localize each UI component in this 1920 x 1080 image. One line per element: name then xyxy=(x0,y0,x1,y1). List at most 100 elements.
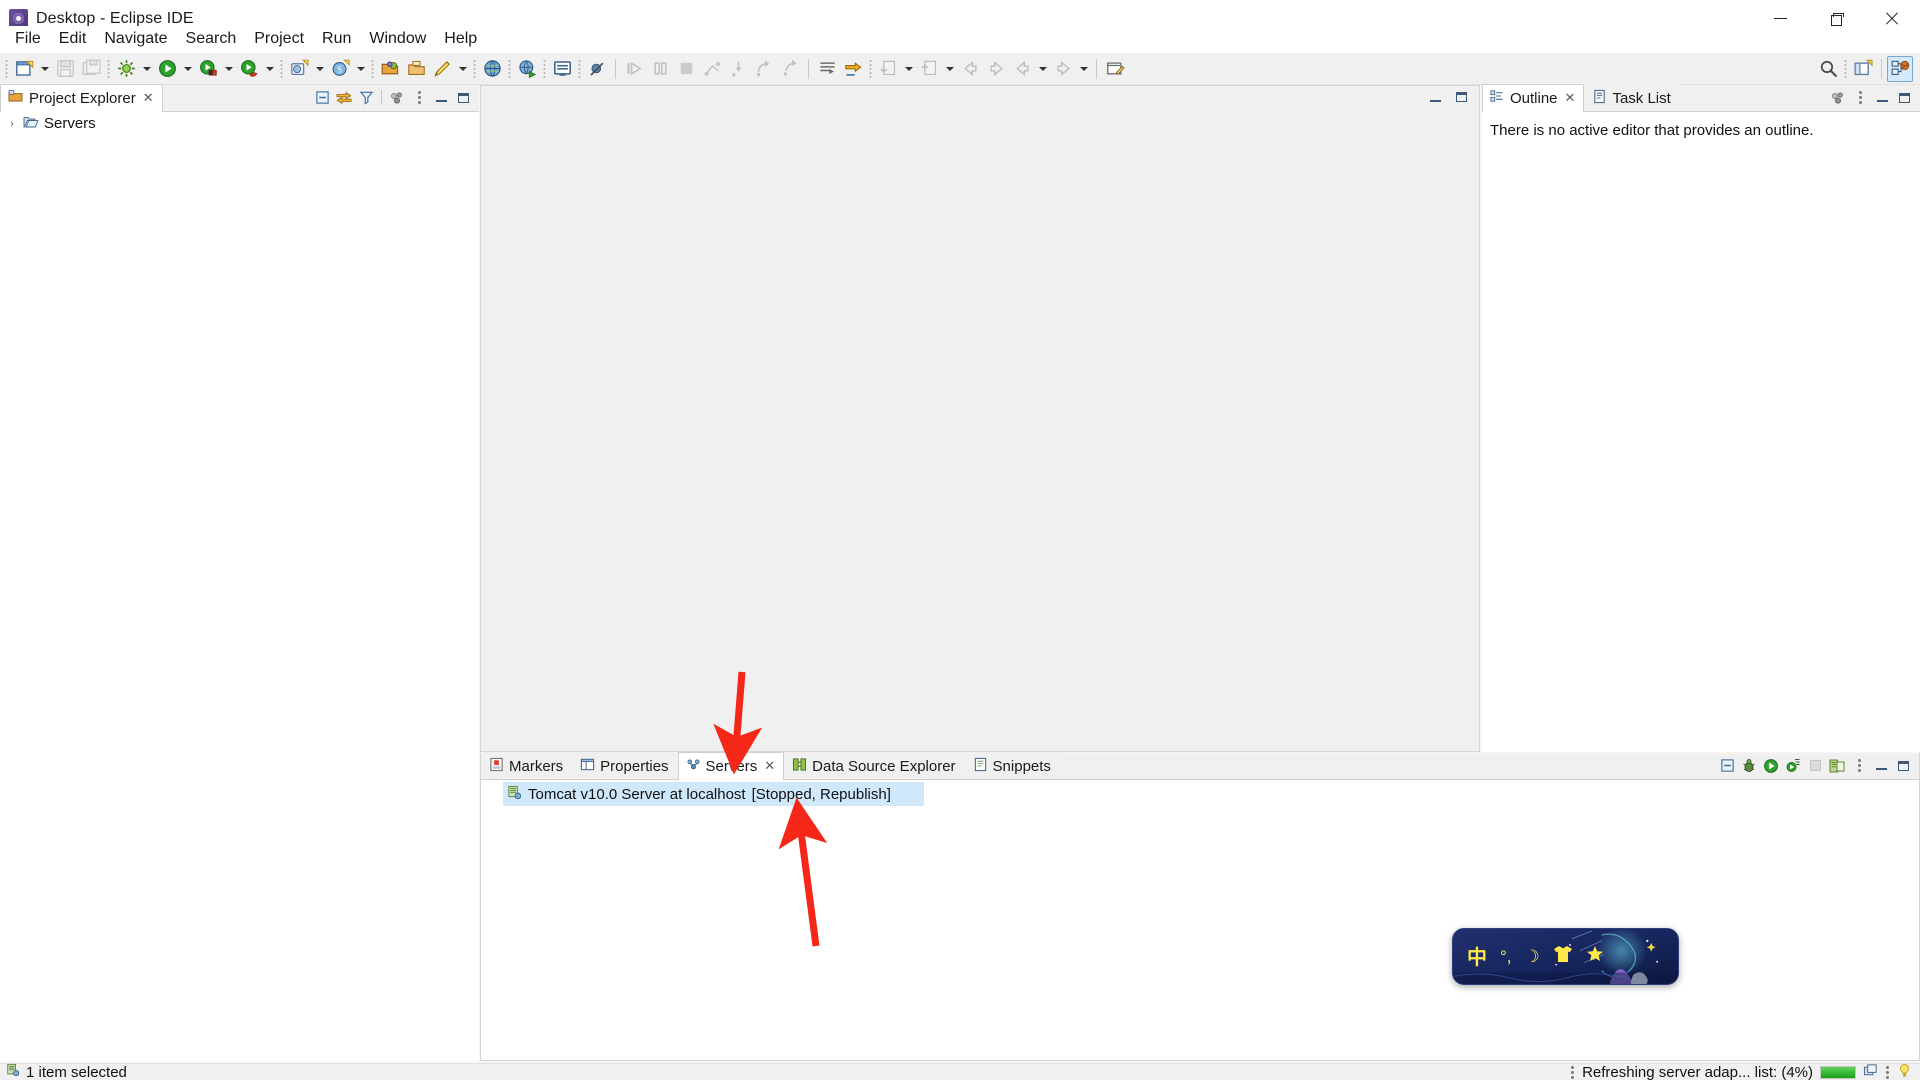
build-dropdown[interactable] xyxy=(139,56,154,82)
run-last-tool-dropdown[interactable] xyxy=(262,56,277,82)
tip-of-the-day-icon[interactable] xyxy=(1897,1063,1912,1080)
run-dropdown[interactable] xyxy=(180,56,195,82)
minimize-view-icon[interactable] xyxy=(1871,756,1891,776)
menu-edit[interactable]: Edit xyxy=(50,27,96,51)
console-icon[interactable] xyxy=(549,56,575,82)
open-perspective-icon[interactable] xyxy=(1850,56,1876,82)
toggle-word-wrap-icon[interactable] xyxy=(814,56,840,82)
toolbar-grip[interactable] xyxy=(541,58,548,79)
new-wizard-icon[interactable] xyxy=(11,56,37,82)
ime-punctuation-mode[interactable]: °, xyxy=(1500,948,1512,965)
menu-project[interactable]: Project xyxy=(245,27,313,51)
run-last-tool-icon[interactable] xyxy=(236,56,262,82)
new-server-icon[interactable]: S xyxy=(327,56,353,82)
ime-floating-toolbar[interactable]: 中 °, ☽ xyxy=(1452,928,1679,985)
toolbar-grip[interactable] xyxy=(278,58,285,79)
maximize-editor-icon[interactable] xyxy=(1451,87,1471,107)
skip-breakpoints-icon[interactable] xyxy=(584,56,610,82)
ime-night-mode[interactable]: ☽ xyxy=(1525,948,1540,965)
maximize-view-icon[interactable] xyxy=(453,88,473,108)
new-untitled-text-file-icon[interactable] xyxy=(1102,56,1128,82)
tab-snippets[interactable]: Snippets xyxy=(964,752,1060,779)
start-server-icon[interactable] xyxy=(1761,756,1781,776)
tab-markers[interactable]: Markers xyxy=(481,752,573,779)
tab-servers[interactable]: Servers ✕ xyxy=(677,752,785,780)
suspend-icon xyxy=(647,56,673,82)
toggle-mark-occurrences-icon[interactable] xyxy=(840,56,866,82)
debug-dropdown[interactable] xyxy=(221,56,236,82)
ime-buttons: 中 °, ☽ xyxy=(1453,945,1604,968)
quick-access-search-icon[interactable] xyxy=(1815,56,1841,82)
build-icon[interactable] xyxy=(113,56,139,82)
menu-run[interactable]: Run xyxy=(313,27,360,51)
collapse-all-icon[interactable] xyxy=(312,88,332,108)
toolbar-grip[interactable] xyxy=(369,58,376,79)
debug-server-icon[interactable] xyxy=(1739,756,1759,776)
menu-file[interactable]: File xyxy=(6,27,50,51)
view-options-icon[interactable] xyxy=(1849,756,1869,776)
project-explorer-view: Project Explorer ✕ › Servers xyxy=(0,84,479,1061)
java-ee-perspective-icon[interactable] xyxy=(1887,55,1913,82)
link-with-editor-icon[interactable] xyxy=(334,88,354,108)
new-wizard-dropdown[interactable] xyxy=(37,56,52,82)
collapse-all-icon[interactable] xyxy=(1717,756,1737,776)
view-menu-icon[interactable] xyxy=(1828,88,1848,108)
next-annotation-dropdown[interactable] xyxy=(901,56,916,82)
debug-icon[interactable] xyxy=(195,56,221,82)
toolbar-grip[interactable] xyxy=(576,58,583,79)
run-on-server-icon[interactable] xyxy=(514,56,540,82)
close-icon[interactable]: ✕ xyxy=(143,90,154,106)
resume-icon xyxy=(621,56,647,82)
menu-search[interactable]: Search xyxy=(177,27,246,51)
chevron-right-icon[interactable]: › xyxy=(6,118,18,130)
tab-properties[interactable]: Properties xyxy=(572,752,678,779)
toolbar-grip[interactable] xyxy=(867,58,874,79)
new-java-project-dropdown[interactable] xyxy=(312,56,327,82)
toolbar-grip[interactable] xyxy=(471,58,478,79)
view-options-icon[interactable] xyxy=(409,88,429,108)
ime-language-chinese[interactable]: 中 xyxy=(1467,947,1487,967)
toolbar-grip[interactable] xyxy=(105,58,112,79)
profile-server-icon[interactable] xyxy=(1783,756,1803,776)
server-icon xyxy=(6,1063,20,1080)
close-icon[interactable]: ✕ xyxy=(764,758,775,774)
server-list-item[interactable]: Tomcat v10.0 Server at localhost [Stoppe… xyxy=(503,782,924,806)
run-icon[interactable] xyxy=(154,56,180,82)
toolbar-grip[interactable] xyxy=(3,58,10,79)
previous-edit-location-dropdown[interactable] xyxy=(1035,56,1050,82)
open-web-browser-icon[interactable] xyxy=(479,56,505,82)
new-annotation-icon[interactable] xyxy=(429,56,455,82)
publish-to-server-icon[interactable] xyxy=(1827,756,1847,776)
previous-annotation-dropdown[interactable] xyxy=(942,56,957,82)
ime-skin[interactable] xyxy=(1553,945,1573,968)
toolbar-grip[interactable] xyxy=(506,58,513,79)
tab-outline[interactable]: Outline ✕ xyxy=(1482,84,1585,112)
menu-navigate[interactable]: Navigate xyxy=(95,27,176,51)
open-type-icon[interactable] xyxy=(377,56,403,82)
maximize-view-icon[interactable] xyxy=(1894,88,1914,108)
minimize-editor-icon[interactable] xyxy=(1425,87,1445,107)
menu-help[interactable]: Help xyxy=(435,27,486,51)
view-options-icon[interactable] xyxy=(1850,88,1870,108)
toolbar-grip[interactable] xyxy=(1842,58,1849,79)
new-annotation-dropdown[interactable] xyxy=(455,56,470,82)
minimize-view-icon[interactable] xyxy=(431,88,451,108)
tab-task-list[interactable]: Task List xyxy=(1584,84,1680,111)
toolbar-separator xyxy=(381,90,382,105)
project-explorer-tree: › Servers xyxy=(0,112,479,1061)
tab-project-explorer[interactable]: Project Explorer ✕ xyxy=(0,84,163,112)
ime-toolbox[interactable] xyxy=(1586,945,1604,968)
tab-data-source-explorer[interactable]: Data Source Explorer xyxy=(784,752,965,779)
view-filter-icon[interactable] xyxy=(356,88,376,108)
new-server-dropdown[interactable] xyxy=(353,56,368,82)
close-icon[interactable]: ✕ xyxy=(1565,90,1576,106)
new-java-project-icon[interactable] xyxy=(286,56,312,82)
open-package-icon[interactable] xyxy=(403,56,429,82)
maximize-view-icon[interactable] xyxy=(1893,756,1913,776)
background-operations-icon[interactable] xyxy=(1863,1063,1878,1080)
minimize-view-icon[interactable] xyxy=(1872,88,1892,108)
tree-item-servers[interactable]: › Servers xyxy=(0,112,479,135)
next-edit-location-dropdown[interactable] xyxy=(1076,56,1091,82)
menu-window[interactable]: Window xyxy=(360,27,435,51)
view-menu-icon[interactable] xyxy=(387,88,407,108)
